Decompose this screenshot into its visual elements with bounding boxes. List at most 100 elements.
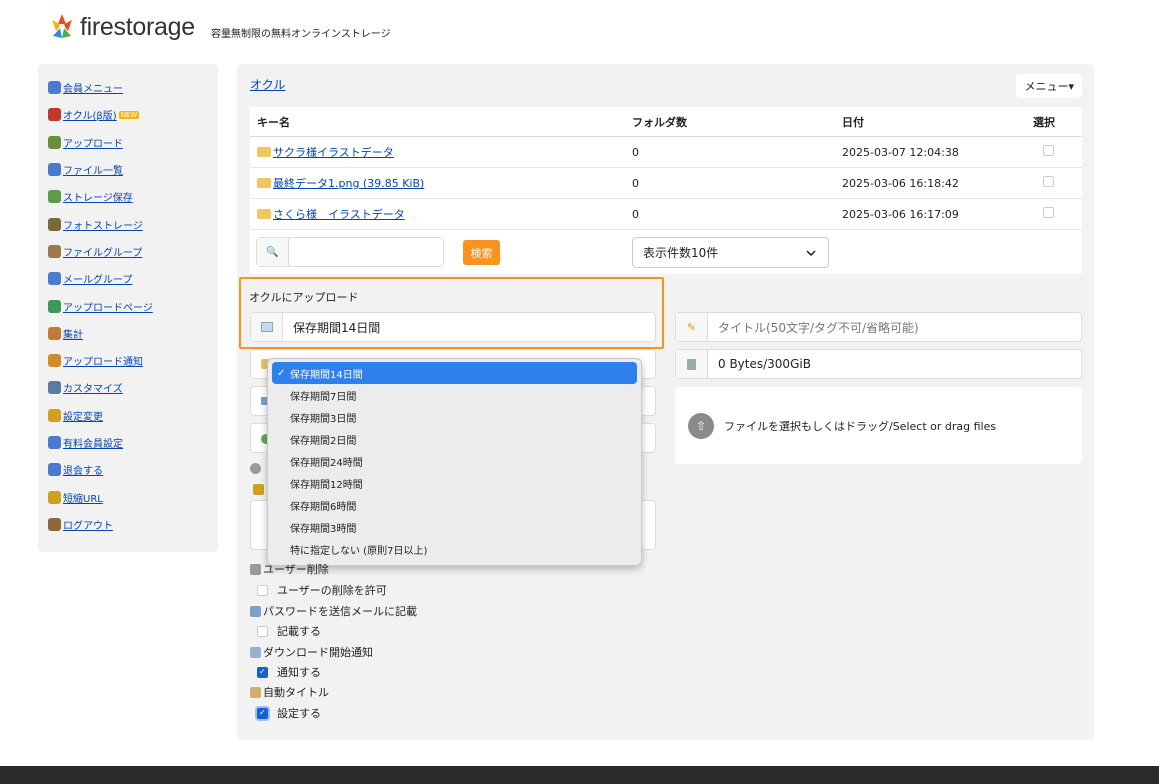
sidebar-item-label[interactable]: 設定変更 (63, 408, 103, 423)
sidebar-item[interactable]: 有料会員設定 (48, 429, 218, 456)
auto-title-checkbox[interactable] (257, 707, 268, 719)
row-count: 0 (632, 176, 639, 190)
user-red-icon (48, 108, 61, 122)
sidebar-item-label[interactable]: 退会する (63, 462, 103, 477)
row-link[interactable]: 最終データ1.png (39.85 KiB) (273, 175, 424, 191)
retention-option[interactable]: ✓ 保存期間14日間 (272, 362, 637, 384)
title-input[interactable]: ✎ タイトル(50文字/タグ不可/省略可能) (675, 312, 1082, 342)
sidebar-item[interactable]: メールグループ (48, 265, 218, 292)
retention-option[interactable]: 保存期間12時間 (272, 472, 637, 494)
user-delete-option[interactable]: ユーザーの削除を許可 (257, 582, 387, 598)
password-title-text: パスワードを送信メールに記載 (263, 605, 417, 618)
retention-option-label: 保存期間12時間 (290, 479, 363, 491)
user-delete-label: ユーザーの削除を許可 (277, 584, 387, 597)
sidebar-item[interactable]: 設定変更 (48, 402, 218, 429)
col-key-name: キー名 (257, 115, 290, 129)
count-select[interactable]: 表示件数10件 (632, 237, 829, 268)
sidebar-item-label[interactable]: ファイル一覧 (63, 162, 123, 177)
sidebar-item[interactable]: カスタマイズ (48, 374, 218, 401)
pencil-icon: ✎ (676, 313, 708, 341)
row-link[interactable]: さくら様 イラストデータ (273, 206, 405, 222)
sidebar-item[interactable]: 退会する (48, 456, 218, 483)
sidebar-item[interactable]: ストレージ保存 (48, 183, 218, 210)
retention-option[interactable]: 保存期間7日間 (272, 384, 637, 406)
row-select-cell (1033, 176, 1082, 190)
row-select-cell (1033, 145, 1082, 159)
sidebar-item[interactable]: フォトストレージ (48, 210, 218, 237)
password-label: 記載する (277, 625, 321, 638)
sidebar-item[interactable]: ファイルグループ (48, 238, 218, 265)
sidebar-item-label[interactable]: 短縮URL (63, 490, 103, 505)
list-icon (48, 163, 61, 177)
row-count: 0 (632, 145, 639, 159)
sidebar-item-label[interactable]: オクル(β版) (63, 107, 117, 122)
row-select-cell (1033, 207, 1082, 221)
sidebar-item-label[interactable]: ストレージ保存 (63, 189, 133, 204)
sidebar-item-label[interactable]: ファイルグループ (63, 244, 142, 259)
new-badge: NEW (118, 110, 140, 119)
sidebar-item-label[interactable]: 会員メニュー (63, 80, 123, 95)
retention-select[interactable]: 保存期間14日間 (250, 312, 656, 342)
row-key-cell: さくら様 イラストデータ (250, 206, 625, 222)
sidebar-item[interactable]: 集計 (48, 320, 218, 347)
retention-option[interactable]: 保存期間24時間 (272, 450, 637, 472)
sidebar-item[interactable]: ログアウト (48, 511, 218, 538)
retention-option[interactable]: 保存期間3日間 (272, 406, 637, 428)
retention-option[interactable]: 保存期間2日間 (272, 428, 637, 450)
row-checkbox[interactable] (1043, 176, 1054, 187)
sidebar-item-label[interactable]: カスタマイズ (63, 380, 123, 395)
table-header: キー名 フォルダ数 日付 選択 (250, 107, 1082, 137)
notify-icon (250, 646, 261, 658)
sidebar-item-label[interactable]: アップロード (63, 135, 123, 150)
calculator-icon (676, 350, 708, 378)
retention-option[interactable]: 保存期間6時間 (272, 494, 637, 516)
files-table: キー名 フォルダ数 日付 選択 サクラ様イラストデータ 0 2025-03-07 1… (250, 107, 1082, 230)
retention-option-label: 特に指定しない (原則7日以上) (290, 545, 428, 557)
upload-arrow-icon: ⇧ (688, 412, 714, 439)
logout-icon (48, 517, 61, 531)
sidebar-item[interactable]: 短縮URL (48, 483, 218, 510)
row-link[interactable]: サクラ様イラストデータ (273, 144, 394, 160)
logo[interactable]: firestorage (48, 12, 195, 42)
sidebar-item-label[interactable]: フォトストレージ (63, 217, 143, 232)
retention-dropdown: ✓ 保存期間14日間 保存期間7日間 保存期間3日間 保存期間2日間 保存期間24時間 保存… (267, 358, 642, 566)
download-notify-option[interactable]: 通知する (257, 664, 321, 680)
menu-button[interactable]: メニュー▾ (1016, 74, 1082, 98)
sidebar-item-label[interactable]: 集計 (63, 326, 83, 341)
sidebar-item[interactable]: アップロード通知 (48, 347, 218, 374)
sidebar-item[interactable]: アップロード (48, 129, 218, 156)
sidebar-item[interactable]: アップロードページ (48, 292, 218, 319)
sidebar-item[interactable]: 会員メニュー (48, 74, 218, 101)
password-checkbox[interactable] (257, 625, 268, 637)
chart-icon (48, 326, 61, 340)
search-input[interactable]: 🔍 (256, 237, 444, 267)
file-drop-area[interactable]: ⇧ ファイルを選択もしくはドラッグ/Select or drag files (675, 387, 1082, 464)
sidebar-item[interactable]: ファイル一覧 (48, 156, 218, 183)
search-button[interactable]: 検索 (463, 240, 500, 265)
retention-option[interactable]: 保存期間3時間 (272, 516, 637, 538)
folder-icon (257, 209, 271, 219)
sidebar-item-label[interactable]: 有料会員設定 (63, 435, 123, 450)
password-option[interactable]: 記載する (257, 623, 321, 639)
retention-option-label: 保存期間6時間 (290, 501, 357, 513)
user-delete-title: ユーザー削除 (250, 561, 329, 577)
download-notify-label: 通知する (277, 666, 321, 679)
mail-icon (48, 272, 61, 286)
row-checkbox[interactable] (1043, 207, 1054, 218)
folder-icon (257, 178, 271, 188)
breadcrumb-okuru[interactable]: オクル (250, 76, 285, 93)
tagline: 容量無制限の無料オンラインストレージ (211, 29, 391, 40)
key-icon (48, 408, 61, 422)
sidebar-item[interactable]: オクル(β版) NEW (48, 101, 218, 128)
download-notify-checkbox[interactable] (257, 666, 268, 678)
download-notify-title-text: ダウンロード開始通知 (263, 646, 373, 659)
auto-title-option[interactable]: 設定する (257, 705, 321, 721)
sidebar-item-label[interactable]: ログアウト (63, 517, 113, 532)
title-placeholder: タイトル(50文字/タグ不可/省略可能) (718, 320, 919, 335)
row-checkbox[interactable] (1043, 145, 1054, 156)
sidebar-item-label[interactable]: アップロード通知 (63, 353, 143, 368)
sidebar-item-label[interactable]: メールグループ (63, 271, 132, 286)
user-delete-checkbox[interactable] (257, 584, 268, 596)
retention-option[interactable]: 特に指定しない (原則7日以上) (272, 538, 637, 560)
sidebar-item-label[interactable]: アップロードページ (63, 299, 153, 314)
